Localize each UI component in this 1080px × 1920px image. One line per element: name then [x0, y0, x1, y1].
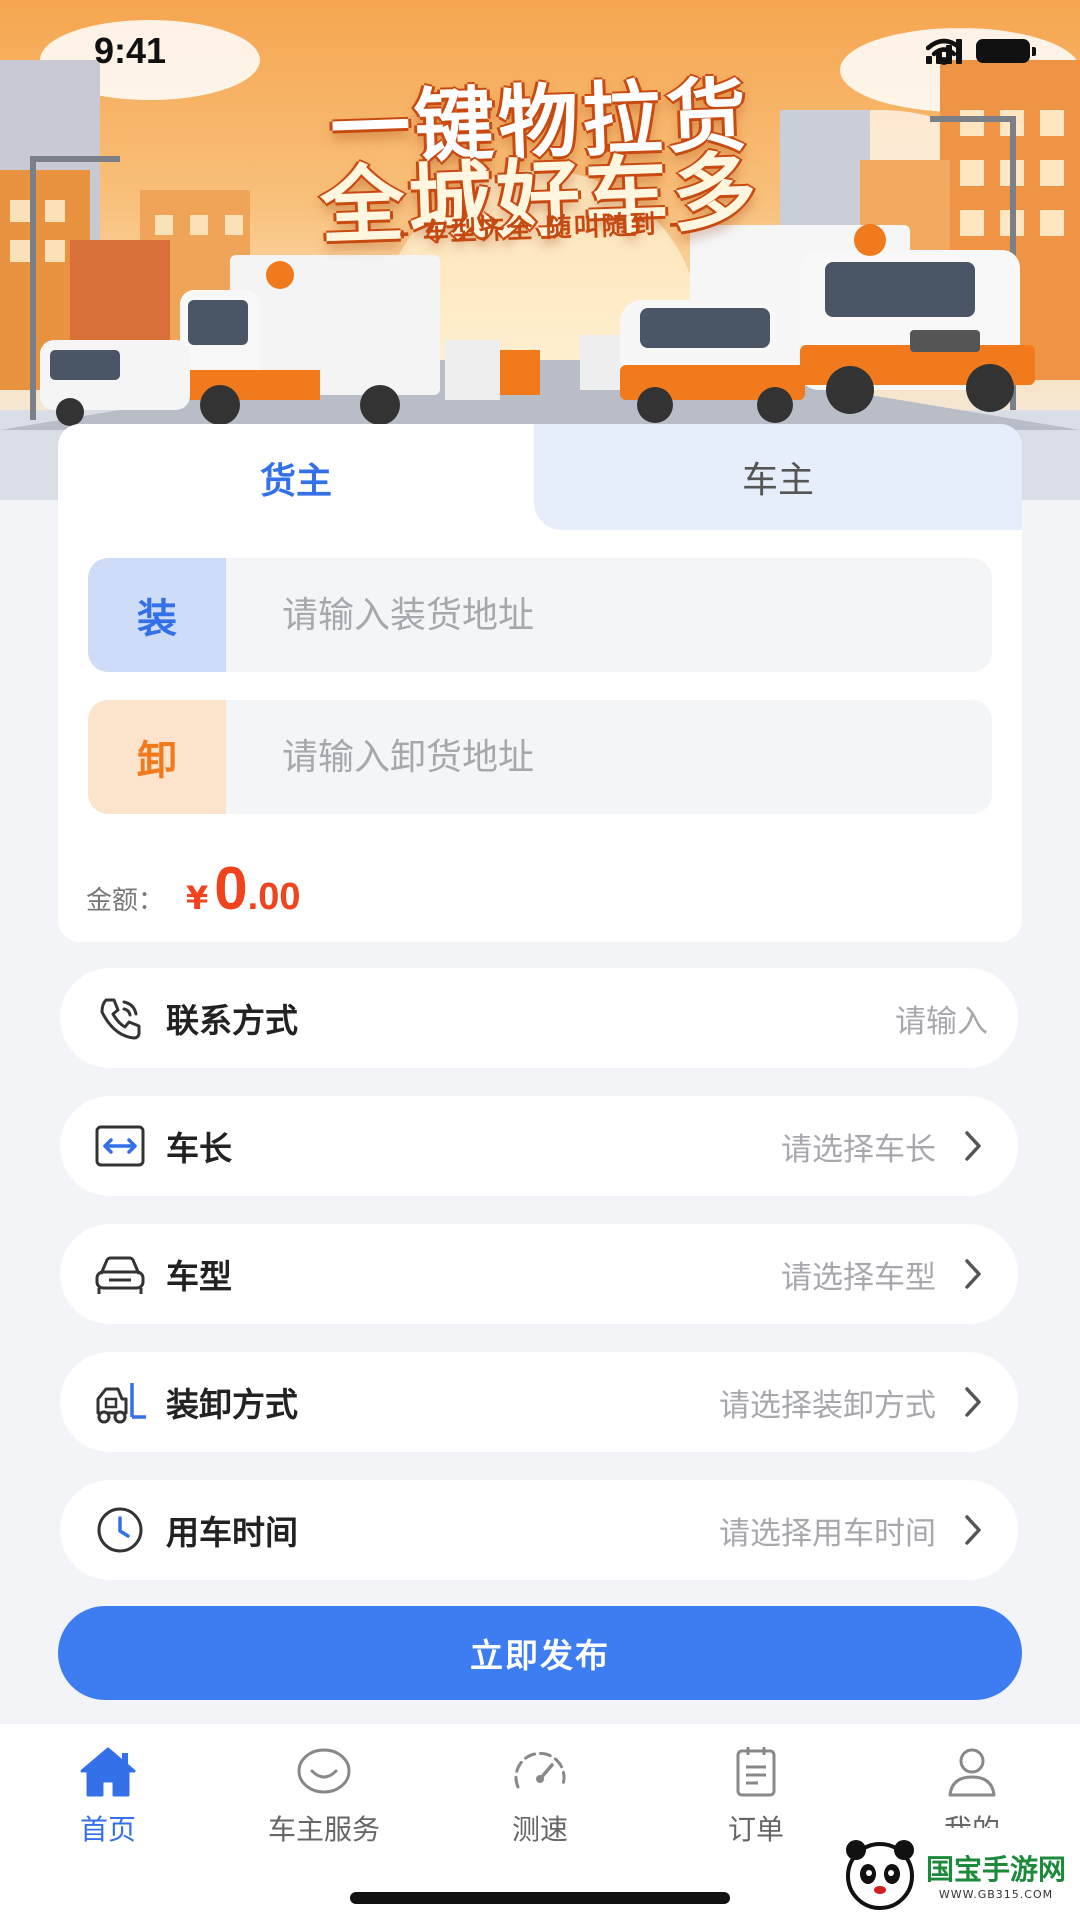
tab-shipper[interactable]: 货主 [58, 424, 534, 532]
load-badge: 装 [88, 558, 226, 672]
nav-item-speed-test[interactable]: 测速 [432, 1724, 648, 1854]
panda-logo-icon [845, 1840, 914, 1910]
status-time: 9:41 [94, 30, 167, 71]
loading-method-row[interactable]: 装卸方式 请选择装卸方式 [60, 1352, 1018, 1452]
vehicle-type-value: 请选择车型 [781, 1259, 936, 1296]
usage-time-value: 请选择用车时间 [719, 1515, 936, 1552]
phone-icon [90, 988, 150, 1048]
chevron-right-icon [958, 1510, 988, 1550]
nav-item-home[interactable]: 首页 [0, 1724, 216, 1854]
nav-item-owner-service[interactable]: 车主服务 [216, 1724, 432, 1854]
amount-integer: 0 [214, 855, 248, 922]
home-icon [76, 1742, 140, 1802]
loading-method-value: 请选择装卸方式 [719, 1387, 936, 1424]
chevron-right-icon [958, 1382, 988, 1422]
unload-badge: 卸 [88, 700, 226, 814]
amount: 金额： ¥ 0 .00 [86, 854, 300, 923]
vehicle-length-label: 车长 [166, 1129, 232, 1168]
usage-time-label: 用车时间 [166, 1513, 298, 1552]
nav-label: 测速 [511, 1813, 568, 1846]
contact-value[interactable]: 请输入 [895, 996, 988, 1041]
nav-label: 车主服务 [267, 1813, 380, 1846]
load-address-field[interactable]: 装 [88, 558, 992, 672]
contact-row[interactable]: 联系方式 请输入 [60, 968, 1018, 1068]
tab-vehicle-owner[interactable]: 车主 [534, 424, 1022, 530]
clock-icon [90, 1500, 150, 1560]
speedometer-icon [508, 1742, 572, 1802]
contact-label: 联系方式 [166, 1001, 298, 1040]
user-icon [940, 1742, 1004, 1802]
amount-label: 金额： [86, 886, 165, 916]
load-address-input[interactable] [226, 558, 992, 672]
clipboard-icon [724, 1742, 788, 1802]
amount-currency: ¥ [186, 879, 209, 917]
vehicle-length-value: 请选择车长 [781, 1131, 936, 1168]
site-watermark: 国宝手游网 WWW.GB315.COM [828, 1828, 1080, 1920]
loading-method-label: 装卸方式 [166, 1385, 298, 1424]
unload-address-input[interactable] [226, 700, 992, 814]
chevron-right-icon [958, 1254, 988, 1294]
chat-bubble-icon [292, 1742, 356, 1802]
nav-label: 订单 [727, 1813, 784, 1846]
unload-address-field[interactable]: 卸 [88, 700, 992, 814]
vehicle-type-label: 车型 [166, 1257, 232, 1296]
chevron-right-icon [958, 1126, 988, 1166]
arrows-horizontal-icon [90, 1116, 150, 1176]
watermark-text: 国宝手游网 [925, 1852, 1066, 1886]
publish-button[interactable]: 立即发布 [58, 1606, 1022, 1700]
order-card: 货主 车主 装 卸 金额： ¥ 0 .00 [58, 424, 1022, 942]
vehicle-length-row[interactable]: 车长 请选择车长 [60, 1096, 1018, 1196]
usage-time-row[interactable]: 用车时间 请选择用车时间 [60, 1480, 1018, 1580]
car-icon [90, 1244, 150, 1304]
home-indicator [350, 1892, 730, 1904]
amount-decimal: .00 [247, 876, 301, 918]
role-tabs: 货主 车主 [58, 424, 1022, 532]
nav-label: 首页 [79, 1813, 136, 1846]
watermark-url: WWW.GB315.COM [938, 1887, 1054, 1901]
forklift-icon [90, 1372, 150, 1432]
vehicle-type-row[interactable]: 车型 请选择车型 [60, 1224, 1018, 1324]
